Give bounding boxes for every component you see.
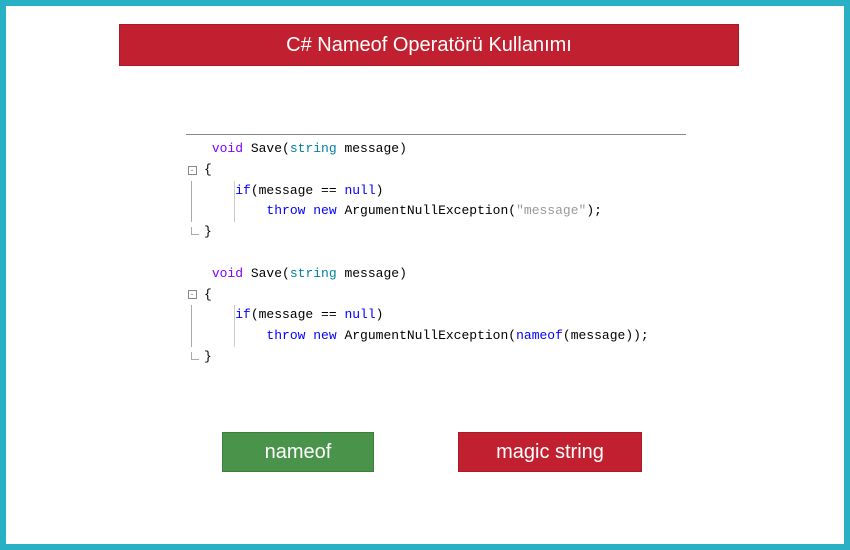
code-line: void Save(string message)	[186, 264, 686, 285]
code-content: void Save(string message) -{ if(message …	[186, 135, 686, 384]
nameof-badge-label: nameof	[265, 441, 332, 464]
page-title-banner: C# Nameof Operatörü Kullanımı	[119, 24, 739, 66]
code-line: -{	[186, 160, 686, 181]
code-line: throw new ArgumentNullException(nameof(m…	[186, 326, 686, 347]
code-line: void Save(string message)	[186, 139, 686, 160]
fold-minus-icon: -	[188, 166, 197, 175]
code-line: -{	[186, 285, 686, 306]
code-line: if(message == null)	[186, 181, 686, 202]
nameof-badge: nameof	[222, 432, 374, 472]
fold-minus-icon: -	[188, 290, 197, 299]
code-example-block: void Save(string message) -{ if(message …	[186, 134, 686, 384]
code-line: }	[186, 347, 686, 368]
code-line: if(message == null)	[186, 305, 686, 326]
code-line: }	[186, 222, 686, 243]
code-blank-line	[186, 243, 686, 264]
code-line: throw new ArgumentNullException("message…	[186, 201, 686, 222]
magic-string-badge: magic string	[458, 432, 642, 472]
magic-string-badge-label: magic string	[496, 441, 604, 464]
page-title: C# Nameof Operatörü Kullanımı	[286, 34, 572, 57]
